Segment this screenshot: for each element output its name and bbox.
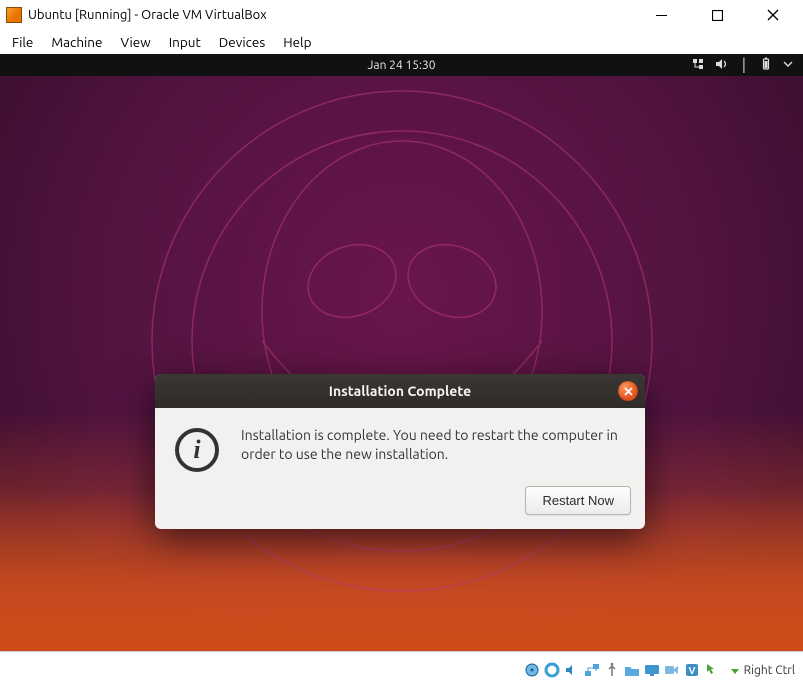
audio-indicator-icon[interactable] <box>563 661 581 679</box>
window-maximize-button[interactable] <box>703 7 731 24</box>
menu-devices[interactable]: Devices <box>219 34 265 50</box>
down-arrow-icon <box>729 664 741 676</box>
menu-help[interactable]: Help <box>283 34 311 50</box>
display-indicator-icon[interactable] <box>643 661 661 679</box>
menu-file[interactable]: File <box>12 34 33 50</box>
network-indicator-icon[interactable] <box>583 661 601 679</box>
info-icon: i <box>175 428 219 472</box>
recording-indicator-icon[interactable] <box>663 661 681 679</box>
dropdown-caret-icon <box>783 59 793 72</box>
dialog-titlebar[interactable]: Installation Complete <box>155 374 645 408</box>
virtualbox-app-icon <box>6 7 22 23</box>
gnome-status-area[interactable]: | <box>691 56 803 74</box>
host-window-titlebar: Ubuntu [Running] - Oracle VM VirtualBox <box>0 0 803 30</box>
host-status-bar: V Right Ctrl <box>0 651 803 688</box>
window-close-button[interactable] <box>759 7 787 24</box>
optical-disk-indicator-icon[interactable] <box>543 661 561 679</box>
host-key-label: Right Ctrl <box>744 664 795 677</box>
dialog-close-button[interactable] <box>618 381 638 401</box>
installation-complete-dialog: Installation Complete i Installation is … <box>155 374 645 529</box>
menu-machine[interactable]: Machine <box>51 34 102 50</box>
menu-input[interactable]: Input <box>169 34 201 50</box>
battery-icon <box>759 57 773 74</box>
usb-indicator-icon[interactable] <box>603 661 621 679</box>
menu-view[interactable]: View <box>120 34 150 50</box>
virtualization-indicator-icon[interactable]: V <box>683 661 701 679</box>
hard-disk-indicator-icon[interactable] <box>523 661 541 679</box>
host-key-indicator[interactable]: Right Ctrl <box>729 664 795 677</box>
dialog-message: Installation is complete. You need to re… <box>241 426 623 464</box>
network-icon <box>691 57 705 74</box>
gnome-clock[interactable]: Jan 24 15:30 <box>368 59 436 72</box>
window-minimize-button[interactable] <box>647 7 675 24</box>
shared-folders-indicator-icon[interactable] <box>623 661 641 679</box>
volume-icon <box>715 57 729 74</box>
gnome-top-bar: Jan 24 15:30 | <box>0 54 803 76</box>
guest-display[interactable]: Jan 24 15:30 | <box>0 54 803 651</box>
mouse-integration-indicator-icon[interactable] <box>703 661 721 679</box>
host-menubar: File Machine View Input Devices Help <box>0 30 803 54</box>
svg-text:V: V <box>688 665 695 676</box>
dialog-title: Installation Complete <box>329 383 471 399</box>
restart-now-button[interactable]: Restart Now <box>525 486 631 515</box>
window-title: Ubuntu [Running] - Oracle VM VirtualBox <box>28 8 267 22</box>
separator: | <box>739 56 749 74</box>
